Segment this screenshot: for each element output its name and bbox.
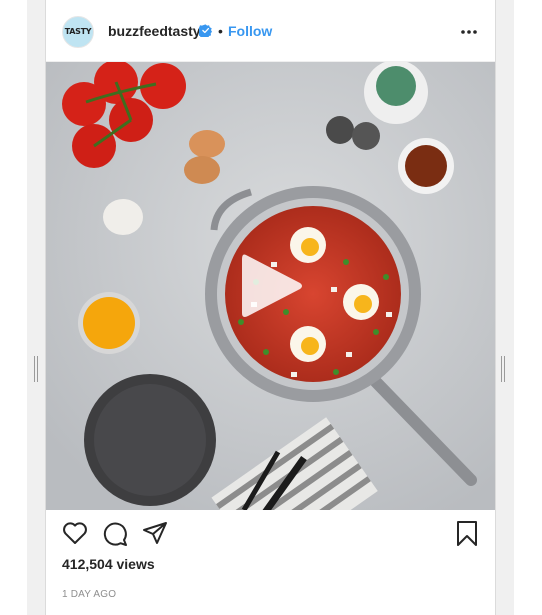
resize-handle-left[interactable] [34, 356, 38, 382]
play-icon[interactable] [240, 251, 304, 321]
page-gutter-right [496, 0, 514, 615]
page-background-right [514, 0, 542, 615]
post-actions-bar [46, 510, 495, 558]
views-count: 412,504 views [62, 556, 155, 572]
avatar[interactable]: TASTY [62, 16, 94, 48]
follow-button[interactable]: Follow [228, 23, 272, 39]
comment-icon[interactable] [102, 521, 128, 546]
post-header: TASTY buzzfeedtasty • Follow [46, 0, 495, 62]
heart-icon[interactable] [62, 521, 88, 545]
more-options-icon[interactable] [460, 28, 478, 36]
username-link[interactable]: buzzfeedtasty [108, 23, 201, 39]
verified-badge-icon [199, 24, 212, 37]
avatar-logo-text: TASTY [64, 27, 92, 36]
post-card: TASTY buzzfeedtasty • Follow 412,504 vie… [45, 0, 496, 615]
resize-handle-right[interactable] [501, 356, 505, 382]
page-gutter-left [27, 0, 45, 615]
post-media-video[interactable] [46, 62, 495, 510]
post-timestamp[interactable]: 1 DAY AGO [62, 589, 116, 600]
separator-dot: • [218, 23, 223, 39]
bookmark-icon[interactable] [456, 521, 478, 547]
share-icon[interactable] [142, 521, 168, 545]
page-background-left [0, 0, 27, 615]
